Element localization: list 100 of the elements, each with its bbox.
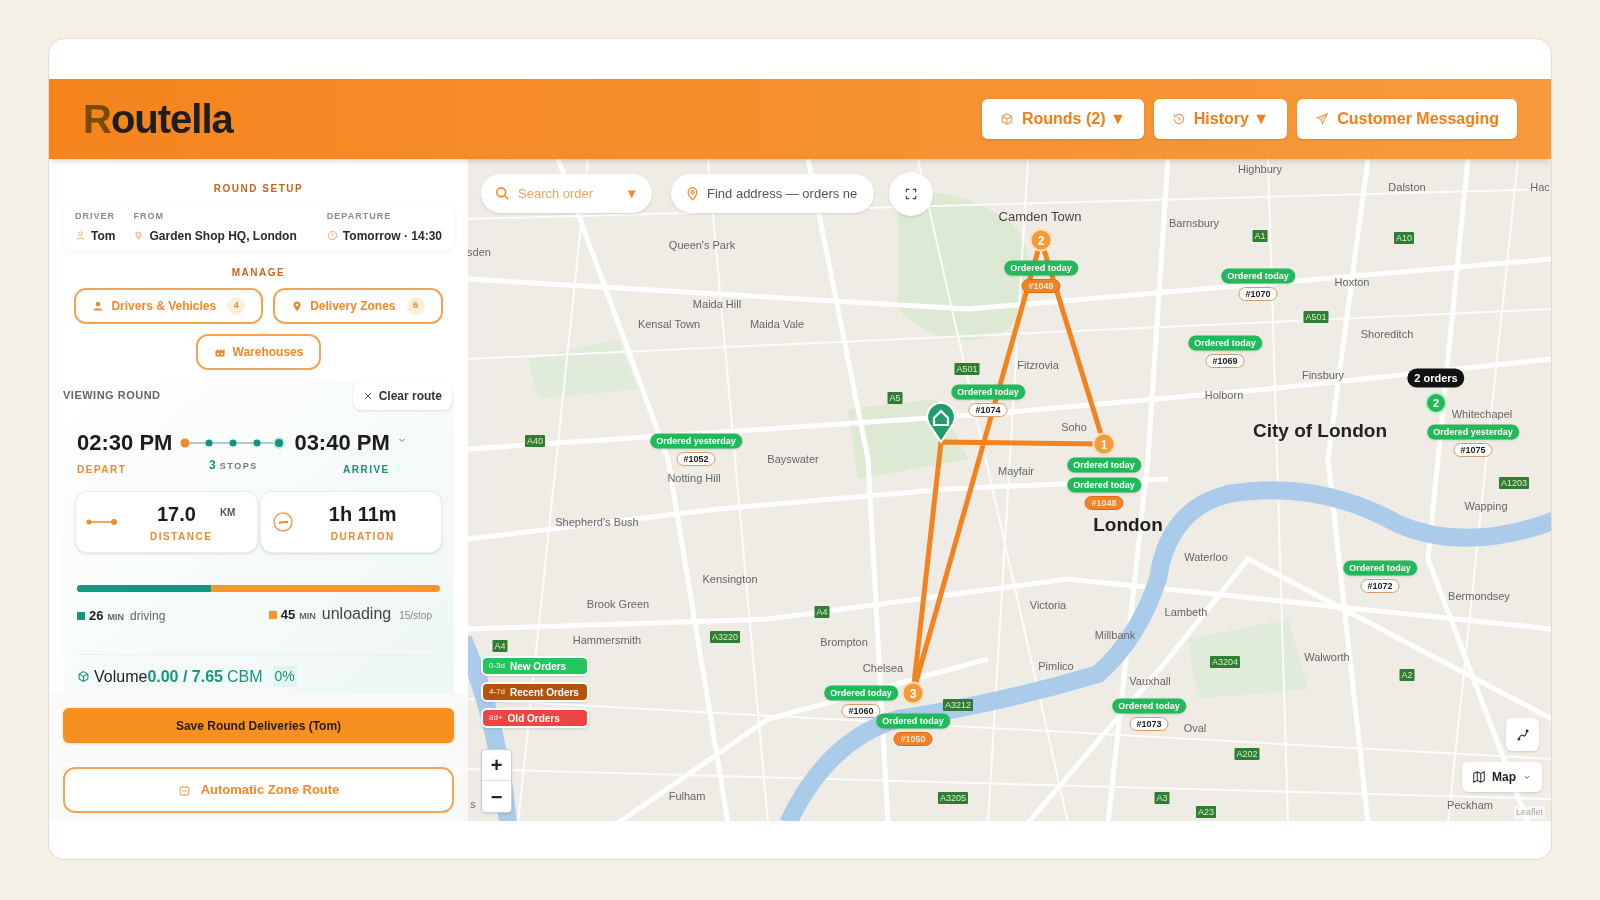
field-value: Garden Shop HQ, London [149,227,297,245]
place-label: Queen's Park [668,237,736,253]
order-number-tag[interactable]: #1049 [1021,279,1061,293]
place-label: Victoria [1029,597,1067,613]
order-status-tag: Ordered today [824,685,898,701]
expand-icon [904,187,918,201]
place-label: Lambeth [1164,604,1208,620]
pin-icon [133,230,145,241]
legend-item[interactable]: 4-7d Recent Orders [481,682,589,702]
count-badge: 4 [227,296,246,315]
order-status-tag: Ordered yesterday [1427,424,1519,440]
order-status-tag: Ordered today [1067,477,1141,493]
order-number-tag[interactable]: #1070 [1238,287,1278,301]
search-icon [495,186,510,201]
route-icon [1515,727,1530,742]
close-icon [362,390,373,401]
person-icon [92,299,105,312]
distance-value: 17.0 [156,502,196,527]
drivers-button[interactable]: Drivers & Vehicles 4 [74,287,264,324]
order-status-tag: Ordered today [1004,260,1078,276]
order-status-tag: Ordered today [876,713,950,729]
save-button[interactable]: Save Round Deliveries (Tom) [63,708,454,743]
place-label: Dalston [1388,179,1426,195]
order-number-tag[interactable]: #1073 [1129,717,1169,731]
place-label: Hac [1530,179,1550,195]
calendar-icon [177,783,191,797]
minutes-value: 45 [280,605,296,624]
map-layer-button[interactable]: Map [1462,762,1542,792]
map-icon [1472,770,1486,784]
zoom-in-button[interactable]: + [482,750,511,781]
order-number-tag[interactable]: #1075 [1453,443,1493,457]
duration-label: DURATION [330,530,395,544]
cube-icon [999,112,1014,126]
place-label: Holborn [1204,387,1244,403]
road-shield: A3205 [938,792,968,804]
minutes-unit: MIN [299,609,316,623]
place-label: Bermondsey [1448,588,1510,604]
minutes-value: 26 [89,607,104,625]
place-label: Notting Hill [667,470,721,486]
send-icon [1315,112,1330,126]
order-status-tag: Ordered today [1188,335,1262,351]
place-label: Walworth [1304,649,1350,665]
zones-button[interactable]: Delivery Zones 6 [273,287,443,324]
place-label: Maida Vale [749,316,805,332]
order-number-tag[interactable]: #1069 [1205,354,1245,368]
volume-unit: CBM [227,666,263,687]
order-number-tag[interactable]: #1052 [676,452,716,466]
cube-icon [77,670,90,683]
order-number-tag[interactable]: #1074 [968,403,1008,417]
address-search-field[interactable]: Find address — orders ne [671,174,874,213]
road-shield: A202 [1234,748,1260,760]
place-label: Shoreditch [1360,326,1414,342]
clear-route-button[interactable]: Clear route [352,381,452,410]
road-shield: A3 [1154,792,1170,804]
person-icon [75,230,86,241]
place-label: Barnsbury [1168,215,1220,231]
place-label: Maida Hill [692,296,742,312]
volume-label: Volume [94,666,148,687]
place-label: Kensal Town [637,316,701,332]
road-shield: A3220 [710,631,740,643]
place-label: Oval [1183,720,1207,736]
messaging-button[interactable]: Customer Messaging [1297,99,1517,139]
distance-unit: KM [219,506,236,520]
cluster-tooltip: 2 orders [1407,368,1465,388]
dropdown-caret[interactable]: ▼ [625,184,638,204]
place-label: s [470,796,476,812]
attribution-link[interactable]: Leaflet [1513,805,1545,819]
road-shield: A23 [1196,806,1216,818]
distance-label: DISTANCE [150,530,213,544]
rounds-button[interactable]: Rounds (2) ▼ [981,99,1144,139]
order-number-tag[interactable]: #1050 [893,732,933,746]
order-number-tag[interactable]: #1048 [1084,496,1124,510]
road-shield: A3212 [943,699,973,711]
section-heading: VIEWING ROUND [63,388,161,404]
legend-item[interactable]: 0-3d New Orders [481,656,589,676]
place-label: Whitechapel [1451,406,1513,422]
zoom-out-button[interactable]: − [482,781,511,812]
route-tool-button[interactable] [1506,718,1539,751]
place-label: Kensington [702,571,758,587]
road-shield: A3204 [1210,656,1240,668]
place-label: Finsbury [1301,367,1345,383]
clock-icon [270,509,295,534]
volume-value: 0.00 / 7.65 [147,666,223,687]
order-status-tag: Ordered today [1221,268,1295,284]
history-button[interactable]: History ▼ [1153,99,1288,139]
auto-route-button[interactable]: Automatic Zone Route [63,767,454,813]
order-number-tag[interactable]: #1072 [1360,579,1400,593]
place-label: City of London [1253,418,1387,443]
field-label: DEPARTURE [326,210,393,223]
duration-value: 1h 11m [328,502,397,527]
legend-item[interactable]: 8d+ Old Orders [481,708,589,728]
road-shield: A5 [887,392,903,404]
section-heading: MANAGE [230,265,287,280]
warehouses-button[interactable]: Warehouses [195,333,322,370]
legend-swatch [77,612,85,620]
road-shield: A1 [1252,230,1268,242]
field-label: DRIVER [75,210,116,223]
order-number-tag[interactable]: #1060 [841,704,881,718]
depart-time: 02:30 PM [77,431,173,454]
place-label: Chelsea [862,660,904,676]
